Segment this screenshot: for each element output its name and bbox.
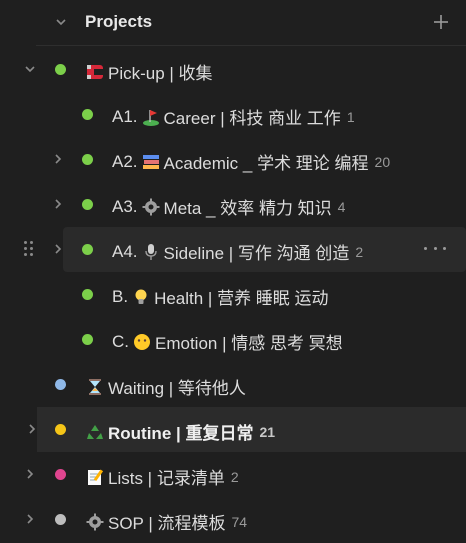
- hourglass-icon: [86, 378, 104, 396]
- project-color-dot: [82, 244, 93, 255]
- projects-header[interactable]: Projects: [36, 0, 466, 46]
- task-count: 21: [259, 423, 276, 440]
- project-color-dot: [55, 424, 66, 435]
- project-prefix: A2.: [112, 151, 138, 171]
- task-count: 1: [346, 108, 355, 125]
- project-name: Waiting | 等待他人: [108, 379, 246, 398]
- project-name: Meta _ 效率 精力 知识: [163, 199, 332, 218]
- project-name: Lists | 记录清单: [108, 469, 225, 488]
- project-color-dot: [82, 154, 93, 165]
- drag-handle-icon[interactable]: [23, 239, 35, 257]
- lightbulb-icon: [132, 288, 150, 306]
- task-count: 74: [231, 513, 248, 530]
- project-color-dot: [55, 379, 66, 390]
- project-prefix: A3.: [112, 196, 138, 216]
- project-item-c[interactable]: C. Emotion | 情感 思考 冥想: [0, 317, 466, 362]
- project-name: Routine | 重复日常: [108, 424, 254, 443]
- chevron-right-icon[interactable]: [22, 511, 38, 527]
- gear-icon: [142, 198, 160, 216]
- gear-icon: [86, 513, 104, 531]
- project-item-sop[interactable]: SOP | 流程模板 74: [0, 497, 466, 542]
- project-color-dot: [55, 64, 66, 75]
- project-prefix: A4.: [112, 241, 138, 261]
- project-name: Emotion | 情感 思考 冥想: [155, 334, 343, 353]
- project-item-waiting[interactable]: Waiting | 等待他人: [0, 362, 466, 407]
- project-item-a4[interactable]: A4. Sideline | 写作 沟通 创造 2: [24, 227, 466, 272]
- project-color-dot: [82, 109, 93, 120]
- chevron-right-icon[interactable]: [24, 421, 40, 437]
- project-name: Sideline | 写作 沟通 创造: [163, 244, 350, 263]
- project-color-dot: [55, 469, 66, 480]
- books-icon: [142, 153, 160, 171]
- project-name: Academic _ 学术 理论 编程: [163, 154, 369, 173]
- more-options-icon[interactable]: [424, 239, 446, 257]
- chevron-down-icon[interactable]: [22, 61, 38, 77]
- project-item-a3[interactable]: A3. Meta _ 效率 精力 知识 4: [0, 182, 466, 227]
- memo-icon: [86, 468, 104, 486]
- chevron-right-icon[interactable]: [22, 466, 38, 482]
- chevron-right-icon[interactable]: [50, 151, 66, 167]
- chevron-down-icon[interactable]: [53, 14, 69, 30]
- project-item-routine[interactable]: Routine | 重复日常 21: [29, 407, 466, 452]
- project-prefix: A1.: [112, 106, 138, 126]
- task-count: 2: [355, 243, 364, 260]
- chevron-right-icon[interactable]: [50, 241, 66, 257]
- project-item-a1[interactable]: A1. Career | 科技 商业 工作 1: [0, 92, 466, 137]
- project-name: Career | 科技 商业 工作: [163, 109, 341, 128]
- face-icon: [133, 333, 151, 351]
- microphone-icon: [142, 243, 160, 261]
- add-project-button[interactable]: [430, 11, 452, 33]
- task-count: 2: [230, 468, 239, 485]
- project-color-dot: [55, 514, 66, 525]
- project-name: Pick-up | 收集: [108, 64, 213, 83]
- chevron-right-icon[interactable]: [50, 196, 66, 212]
- recycle-icon: [86, 423, 104, 441]
- task-count: 20: [374, 153, 391, 170]
- project-name: Health | 营养 睡眠 运动: [154, 289, 329, 308]
- project-prefix: C.: [112, 331, 129, 351]
- page-title: Projects: [85, 12, 153, 31]
- project-item-a2[interactable]: A2. Academic _ 学术 理论 编程 20: [0, 137, 466, 182]
- project-item-b[interactable]: B. Health | 营养 睡眠 运动: [0, 272, 466, 317]
- project-item-pick-up[interactable]: Pick-up | 收集: [0, 47, 466, 92]
- golf-icon: [142, 108, 160, 126]
- plus-icon: [434, 15, 448, 29]
- magnet-icon: [86, 63, 104, 81]
- project-prefix: B.: [112, 286, 129, 306]
- projects-panel: Projects Pick-up | 收集 A1. Career | 科技 商业…: [0, 0, 466, 543]
- project-color-dot: [82, 289, 93, 300]
- project-color-dot: [82, 334, 93, 345]
- task-count: 4: [337, 198, 346, 215]
- project-color-dot: [82, 199, 93, 210]
- project-name: SOP | 流程模板: [108, 514, 226, 533]
- project-item-lists[interactable]: Lists | 记录清单 2: [0, 452, 466, 497]
